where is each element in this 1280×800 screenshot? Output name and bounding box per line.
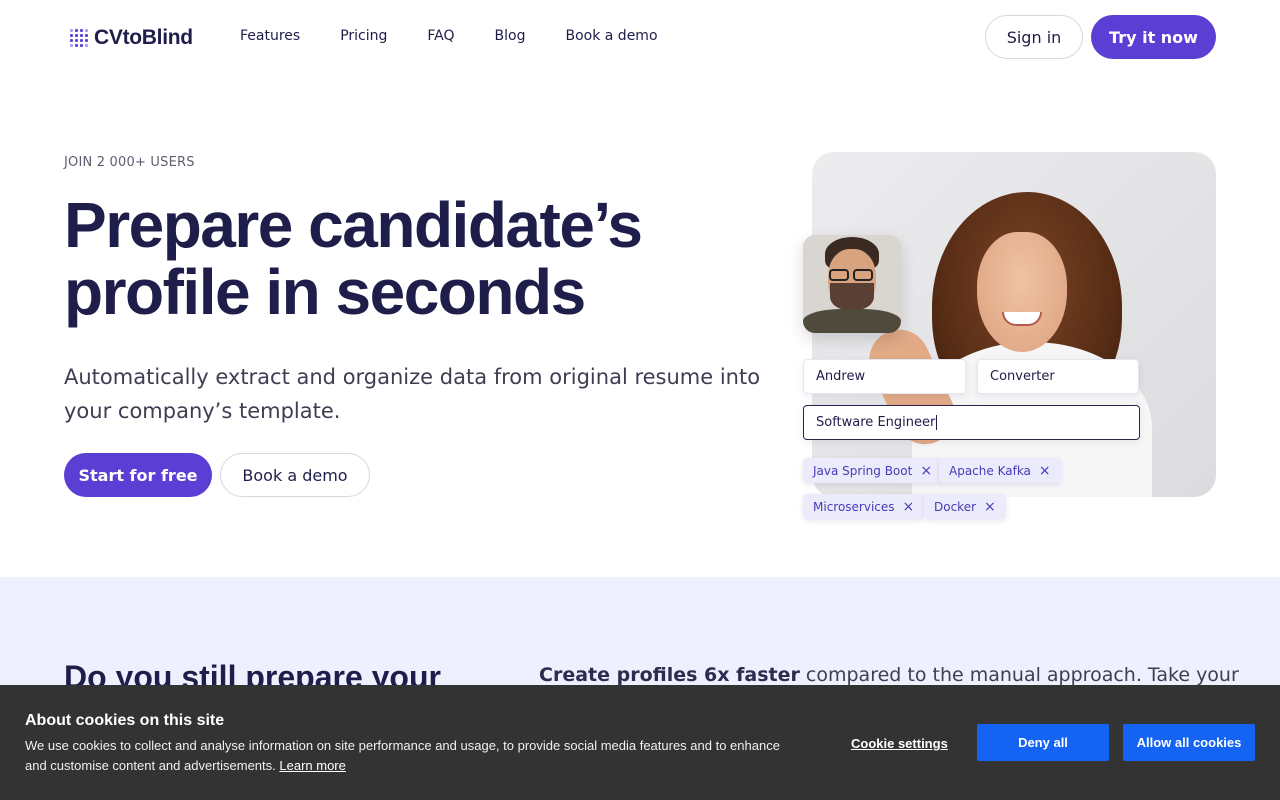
last-name-field[interactable]: Converter <box>977 359 1139 394</box>
cookie-settings-link[interactable]: Cookie settings <box>851 736 948 751</box>
text-caret <box>936 415 938 430</box>
avatar-glasses-shape <box>829 269 875 281</box>
sign-in-button[interactable]: Sign in <box>985 15 1083 59</box>
hero-title: Prepare candidate’s profile in seconds <box>64 192 784 326</box>
book-demo-button[interactable]: Book a demo <box>220 453 370 497</box>
skill-tag-label: Apache Kafka <box>949 463 1031 478</box>
site-header: CVtoBlind Features Pricing FAQ Blog Book… <box>0 0 1280 74</box>
section-text-rest: compared to the manual approach. Take yo… <box>799 664 1239 686</box>
brand-logo[interactable]: CVtoBlind <box>70 26 193 50</box>
candidate-avatar <box>803 235 901 333</box>
section-text: Create profiles 6x faster compared to th… <box>539 664 1239 686</box>
start-for-free-button[interactable]: Start for free <box>64 453 212 497</box>
skill-tag-label: Java Spring Boot <box>813 463 913 478</box>
avatar-shirt-shape <box>803 309 901 333</box>
allow-all-cookies-button[interactable]: Allow all cookies <box>1123 724 1255 761</box>
nav-book-demo[interactable]: Book a demo <box>565 28 657 44</box>
last-name-value: Converter <box>990 369 1055 384</box>
deny-all-button[interactable]: Deny all <box>977 724 1109 761</box>
remove-tag-icon[interactable]: × <box>1039 464 1051 478</box>
first-name-value: Andrew <box>816 369 866 384</box>
nav-faq[interactable]: FAQ <box>427 28 454 44</box>
woman-face-shape <box>977 232 1067 352</box>
section-text-bold: Create profiles 6x faster <box>539 664 800 686</box>
brand-name: CVtoBlind <box>94 26 193 49</box>
cookie-text: We use cookies to collect and analyse in… <box>25 738 780 773</box>
nav-blog[interactable]: Blog <box>495 28 526 44</box>
hero-subtitle: Automatically extract and organize data … <box>64 365 761 423</box>
cookie-banner: About cookies on this site We use cookie… <box>0 685 1280 800</box>
cookie-title: About cookies on this site <box>25 712 225 729</box>
nav-pricing[interactable]: Pricing <box>340 28 387 44</box>
job-title-field[interactable]: Software Engineer <box>803 405 1140 440</box>
skill-tag: Docker × <box>924 494 1006 519</box>
hero-title-line1: Prepare candidate’s <box>64 189 643 261</box>
skill-tag: Microservices × <box>803 494 925 519</box>
hero-title-line2: profile in seconds <box>64 256 586 328</box>
learn-more-link[interactable]: Learn more <box>279 758 345 773</box>
main-nav: Features Pricing FAQ Blog Book a demo <box>240 28 658 44</box>
try-it-now-button[interactable]: Try it now <box>1091 15 1216 59</box>
nav-features[interactable]: Features <box>240 28 300 44</box>
avatar-beard-shape <box>830 283 874 311</box>
remove-tag-icon[interactable]: × <box>984 500 996 514</box>
skill-tag-label: Docker <box>934 499 977 514</box>
hero-eyebrow: JOIN 2 000+ USERS <box>64 155 195 170</box>
skill-tag: Apache Kafka × <box>939 458 1061 483</box>
skill-tag: Java Spring Boot × <box>803 458 943 483</box>
first-name-field[interactable]: Andrew <box>803 359 966 394</box>
cookie-description: We use cookies to collect and analyse in… <box>25 736 805 776</box>
logo-grid-icon <box>70 29 88 47</box>
remove-tag-icon[interactable]: × <box>920 464 932 478</box>
remove-tag-icon[interactable]: × <box>903 500 915 514</box>
job-title-value: Software Engineer <box>816 415 936 430</box>
skill-tag-label: Microservices <box>813 499 895 514</box>
